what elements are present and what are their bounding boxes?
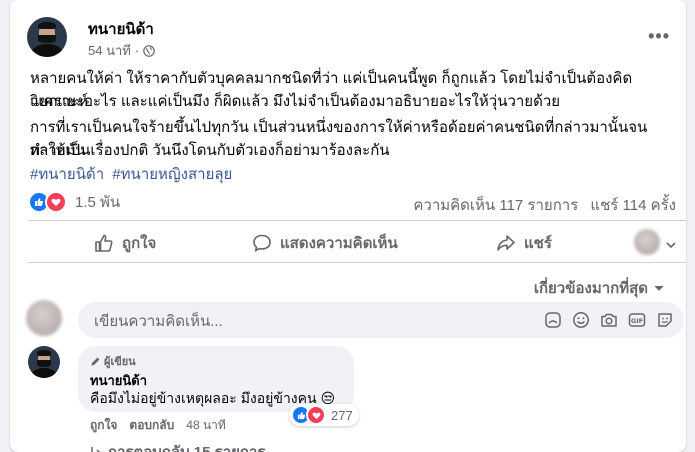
comment-input-box[interactable]: GIF xyxy=(78,302,684,340)
author-badge-label: ผู้เขียน xyxy=(104,356,136,368)
view-replies-label: การตอบกลับ 15 รายการ xyxy=(108,440,265,452)
more-options-icon[interactable]: ••• xyxy=(648,26,670,47)
reply-arrow-icon xyxy=(91,447,101,452)
comment-actions: ถูกใจ ตอบกลับ 48 นาที xyxy=(90,416,226,435)
love-reaction-icon xyxy=(45,191,67,213)
comment-button-label: แสดงความคิดเห็น xyxy=(280,235,398,252)
globe-icon xyxy=(143,44,155,57)
comment-bubble: ผู้เขียน ทนายนิด้า คือมึงไม่อยู่ข้างเหตุ… xyxy=(78,346,354,412)
reaction-count: 1.5 พัน xyxy=(75,194,121,211)
author-badge: ผู้เขียน xyxy=(90,352,136,370)
current-user-avatar[interactable] xyxy=(26,300,62,336)
comment-time[interactable]: 48 นาที xyxy=(186,416,226,435)
post-reactions[interactable]: 1.5 พัน xyxy=(28,190,120,214)
comments-count[interactable]: ความคิดเห็น 117 รายการ xyxy=(413,197,578,214)
comment-filter-label: เกี่ยวข้องมากที่สุด xyxy=(533,280,648,297)
comment-input[interactable] xyxy=(92,302,496,340)
author-avatar[interactable] xyxy=(27,17,67,57)
share-audience-avatar[interactable] xyxy=(634,229,660,255)
share-button[interactable]: แชร์ xyxy=(496,231,552,255)
thumbs-up-icon xyxy=(95,234,113,252)
like-button-label: ถูกใจ xyxy=(122,235,157,252)
love-reaction-icon xyxy=(306,405,326,425)
post-meta: 54 นาที · xyxy=(88,40,155,61)
divider xyxy=(28,220,686,221)
hashtags: #ทนายนิด้า #ทนายหญิงสายลุย xyxy=(30,162,236,186)
post-card: ทนายนิด้า 54 นาที · ••• หลายคนให้ค่า ให้… xyxy=(10,0,686,452)
comment-filter-dropdown[interactable]: เกี่ยวข้องมากที่สุด xyxy=(534,276,664,300)
post-author-name[interactable]: ทนายนิด้า xyxy=(88,17,154,41)
comment-reactions[interactable]: 277 xyxy=(289,404,359,426)
chevron-down-icon xyxy=(654,285,664,291)
post-stats: ความคิดเห็น 117 รายการ แชร์ 114 ครั้ง xyxy=(405,193,676,217)
comment-author-avatar[interactable] xyxy=(28,346,60,378)
gif-icon[interactable]: GIF xyxy=(628,311,646,329)
comment-reply-button[interactable]: ตอบกลับ xyxy=(129,416,174,435)
sticker-icon[interactable] xyxy=(656,311,674,329)
pencil-icon xyxy=(91,357,100,365)
hashtag-link[interactable]: #ทนายนิด้า xyxy=(30,166,104,183)
avatar-sticker-icon[interactable] xyxy=(544,311,562,329)
comment-button[interactable]: แสดงความคิดเห็น xyxy=(252,231,398,255)
share-button-label: แชร์ xyxy=(524,235,552,252)
shares-count[interactable]: แชร์ 114 ครั้ง xyxy=(590,197,676,214)
comment-reaction-count: 277 xyxy=(331,407,353,423)
divider xyxy=(28,262,686,263)
post-text-line-2: แยกแยะอะไร และแค่เป็นมึง ก็ผิดแล้ว มึงไม… xyxy=(30,93,561,110)
comment-icon xyxy=(253,234,271,252)
chevron-down-icon[interactable] xyxy=(666,240,676,250)
like-button[interactable]: ถูกใจ xyxy=(94,231,156,255)
camera-icon[interactable] xyxy=(600,311,618,329)
post-time[interactable]: 54 นาที xyxy=(88,40,131,61)
comment-like-button[interactable]: ถูกใจ xyxy=(90,416,117,435)
svg-text:GIF: GIF xyxy=(631,317,643,325)
hashtag-link[interactable]: #ทนายหญิงสายลุย xyxy=(112,166,232,183)
comment-input-tools: GIF xyxy=(544,311,674,329)
share-icon xyxy=(497,235,515,251)
view-replies-button[interactable]: การตอบกลับ 15 รายการ xyxy=(90,440,265,452)
emoji-icon[interactable] xyxy=(572,311,590,329)
post-text-line-4: กลายเป็นเรื่องปกติ วันนึงโดนกับตัวเองก็อ… xyxy=(30,142,390,159)
